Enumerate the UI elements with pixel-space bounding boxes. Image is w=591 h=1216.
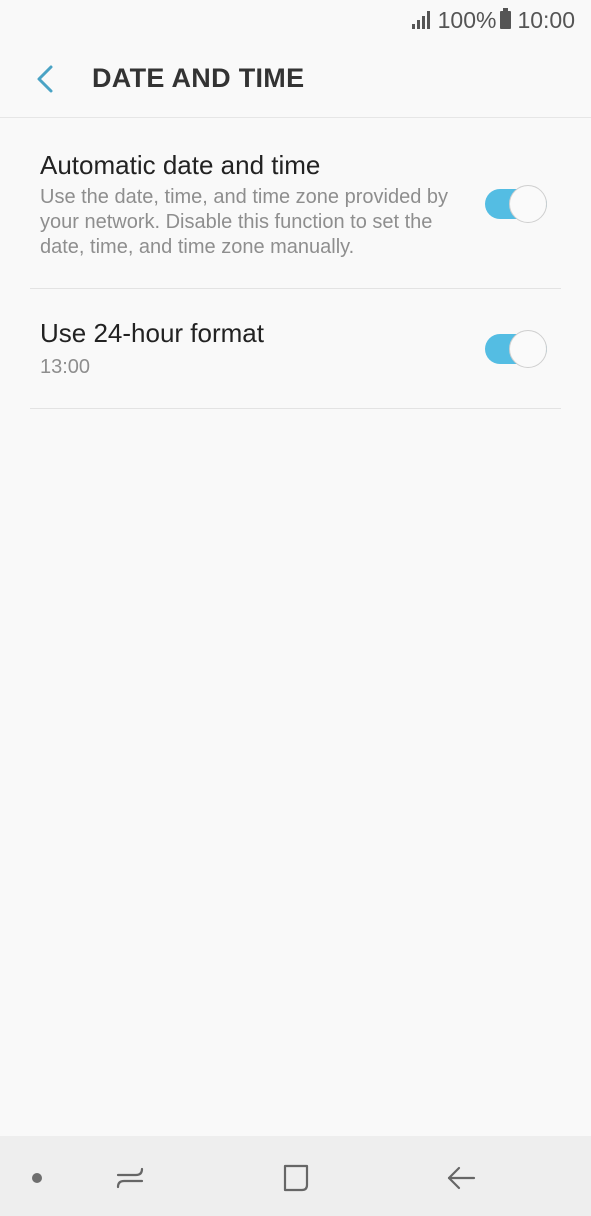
24-hour-format-toggle[interactable] <box>485 329 547 368</box>
back-button[interactable] <box>15 49 75 109</box>
recents-icon <box>116 1167 144 1189</box>
navigation-bar <box>0 1136 591 1216</box>
toggle-thumb <box>509 184 547 223</box>
header: DATE AND TIME <box>0 40 591 118</box>
setting-title: Automatic date and time <box>40 150 321 180</box>
setting-title: Use 24-hour format <box>40 318 264 348</box>
setting-description: Use the date, time, and time zone provid… <box>40 186 449 258</box>
home-button[interactable] <box>276 1158 316 1198</box>
back-arrow-icon <box>37 65 53 92</box>
setting-value: 13:00 <box>40 356 91 378</box>
status-time: 10:00 <box>517 6 575 33</box>
home-icon <box>283 1164 309 1192</box>
recents-button[interactable] <box>110 1158 150 1198</box>
battery-percentage: 100% <box>437 6 497 33</box>
toggle-thumb <box>509 329 547 368</box>
automatic-date-time-toggle[interactable] <box>485 184 547 223</box>
setting-automatic-date-time[interactable]: Automatic date and time Use the date, ti… <box>30 119 561 289</box>
signal-icon <box>411 11 430 29</box>
settings-list: Automatic date and time Use the date, ti… <box>30 119 561 409</box>
screen: 100% 10:00 DATE AND TIME Automatic date … <box>0 0 591 1216</box>
nav-back-button[interactable] <box>441 1158 481 1198</box>
page-title: DATE AND TIME <box>92 63 305 93</box>
back-icon <box>447 1166 476 1190</box>
battery-icon <box>500 8 512 29</box>
setting-24-hour-format[interactable]: Use 24-hour format 13:00 <box>30 289 561 409</box>
status-bar: 100% 10:00 <box>0 0 591 40</box>
nav-dot-icon[interactable] <box>32 1173 42 1183</box>
